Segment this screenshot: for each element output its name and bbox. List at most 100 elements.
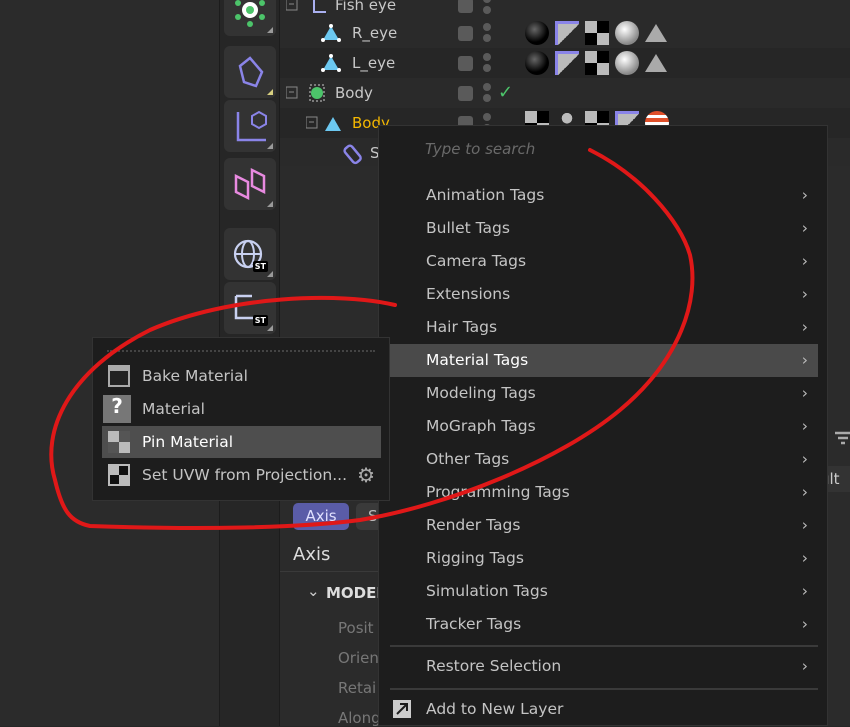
object-row-fish-eye[interactable]: Fish eye xyxy=(280,0,850,20)
menu-separator xyxy=(390,688,818,690)
menu-search-input[interactable]: Type to search xyxy=(425,140,535,158)
phong-tag-icon[interactable] xyxy=(555,21,579,45)
tags-context-menu: Type to search Animation Tags › Bullet Tag… xyxy=(378,125,828,726)
object-row-r-eye[interactable]: R_eye xyxy=(280,18,850,48)
filter-icon[interactable] xyxy=(833,430,850,446)
bend-deformer-icon xyxy=(238,56,264,88)
submenu-item-pin-material[interactable]: Pin Material xyxy=(102,426,381,458)
field-label: Along xyxy=(338,709,381,727)
cloner-tool-button[interactable] xyxy=(224,0,276,36)
menu-item-extensions[interactable]: Extensions › xyxy=(390,278,818,311)
pin-material-icon xyxy=(108,431,130,453)
chevron-right-icon: › xyxy=(801,186,808,204)
chevron-right-icon: › xyxy=(801,285,808,303)
field-label: Retai xyxy=(338,679,377,697)
st-badge: ST xyxy=(252,315,268,326)
gear-icon[interactable]: ⚙ xyxy=(357,459,375,491)
submenu-item-bake-material[interactable]: Bake Material xyxy=(102,360,381,392)
chevron-right-icon: › xyxy=(801,318,808,336)
material-tags-submenu: Bake Material ? Material Pin Material Se… xyxy=(92,337,390,501)
submenu-item-material[interactable]: ? Material xyxy=(102,393,381,425)
menu-item-animation-tags[interactable]: Animation Tags › xyxy=(390,179,818,212)
edit-visibility-icon[interactable] xyxy=(458,86,473,101)
object-row-body-null[interactable]: Body ✓ xyxy=(280,78,850,108)
spline-mask-icon xyxy=(234,167,266,201)
model-section-label[interactable]: MODEL xyxy=(326,584,386,602)
tear-off-handle[interactable] xyxy=(107,350,375,352)
material-unknown-icon: ? xyxy=(103,395,131,423)
skin-icon xyxy=(343,144,362,165)
chevron-right-icon: › xyxy=(801,252,808,270)
menu-item-programming-tags[interactable]: Programming Tags › xyxy=(390,476,818,509)
null-object-icon xyxy=(286,84,325,102)
field-label: Orien xyxy=(338,649,379,667)
chevron-right-icon: › xyxy=(801,582,808,600)
uvw-tag-icon[interactable] xyxy=(585,51,609,75)
transfer-st-button[interactable]: ST xyxy=(224,282,276,334)
tag-list xyxy=(525,18,667,48)
triangle-tag-icon[interactable] xyxy=(645,54,667,72)
enabled-check-icon[interactable]: ✓ xyxy=(498,78,513,108)
submenu-item-set-uvw[interactable]: Set UVW from Projection... ⚙ xyxy=(102,459,381,491)
coordinate-tool-button[interactable] xyxy=(224,100,276,152)
bake-material-icon xyxy=(108,365,130,387)
chevron-right-icon: › xyxy=(801,384,808,402)
tab-axis[interactable]: Axis xyxy=(293,503,349,530)
menu-item-render-tags[interactable]: Render Tags › xyxy=(390,509,818,542)
globe-st-button[interactable]: ST xyxy=(224,228,276,280)
chevron-right-icon: › xyxy=(801,483,808,501)
visibility-dots[interactable] xyxy=(483,23,491,45)
uvw-tag-icon[interactable] xyxy=(585,21,609,45)
chevron-right-icon: › xyxy=(801,516,808,534)
material-tag-white-icon[interactable] xyxy=(615,21,639,45)
edit-visibility-icon[interactable] xyxy=(458,56,473,71)
edit-visibility-icon[interactable] xyxy=(458,0,473,13)
material-tag-black-icon[interactable] xyxy=(525,21,549,45)
chevron-right-icon: › xyxy=(801,450,808,468)
visibility-dots[interactable] xyxy=(483,0,491,17)
null-axis-icon xyxy=(286,0,326,13)
phong-tag-icon[interactable] xyxy=(555,51,579,75)
st-badge: ST xyxy=(252,261,268,272)
material-tag-white-icon[interactable] xyxy=(615,51,639,75)
polygon-object-icon xyxy=(321,54,341,72)
menu-item-tracker-tags[interactable]: Tracker Tags › xyxy=(390,608,818,641)
menu-item-mograph-tags[interactable]: MoGraph Tags › xyxy=(390,410,818,443)
menu-item-simulation-tags[interactable]: Simulation Tags › xyxy=(390,575,818,608)
triangle-tag-icon[interactable] xyxy=(645,24,667,42)
add-layer-icon xyxy=(393,700,411,718)
spline-tool-button[interactable] xyxy=(224,158,276,210)
menu-item-rigging-tags[interactable]: Rigging Tags › xyxy=(390,542,818,575)
visibility-dots[interactable] xyxy=(483,83,491,105)
menu-item-camera-tags[interactable]: Camera Tags › xyxy=(390,245,818,278)
menu-item-other-tags[interactable]: Other Tags › xyxy=(390,443,818,476)
menu-separator xyxy=(390,645,818,647)
chevron-right-icon: › xyxy=(801,549,808,567)
object-row-l-eye[interactable]: L_eye xyxy=(280,48,850,78)
chevron-right-icon: › xyxy=(801,351,808,369)
polygon-object-icon xyxy=(306,116,341,131)
polygon-object-icon xyxy=(321,24,341,42)
section-heading: Axis xyxy=(293,544,331,565)
edit-visibility-icon[interactable] xyxy=(458,26,473,41)
menu-item-modeling-tags[interactable]: Modeling Tags › xyxy=(390,377,818,410)
menu-item-hair-tags[interactable]: Hair Tags › xyxy=(390,311,818,344)
visibility-dots[interactable] xyxy=(483,53,491,75)
menu-item-material-tags[interactable]: Material Tags › xyxy=(390,344,818,377)
menu-item-bullet-tags[interactable]: Bullet Tags › xyxy=(390,212,818,245)
deformer-tool-button[interactable] xyxy=(224,46,276,98)
model-collapse-chevron-icon[interactable]: ⌄ xyxy=(307,582,320,600)
menu-item-restore-selection[interactable]: Restore Selection › xyxy=(390,650,818,683)
divider xyxy=(280,571,380,572)
menu-item-add-to-new-layer[interactable]: Add to New Layer xyxy=(390,693,818,726)
chevron-right-icon: › xyxy=(801,219,808,237)
chevron-right-icon: › xyxy=(801,417,808,435)
axis-cube-icon xyxy=(236,110,267,142)
tag-list xyxy=(525,48,667,78)
material-tag-black-icon[interactable] xyxy=(525,51,549,75)
field-label: Posit xyxy=(338,619,374,637)
uvw-icon xyxy=(108,464,130,486)
cloner-icon xyxy=(235,0,265,27)
chevron-right-icon: › xyxy=(801,615,808,633)
chevron-right-icon: › xyxy=(801,657,808,675)
